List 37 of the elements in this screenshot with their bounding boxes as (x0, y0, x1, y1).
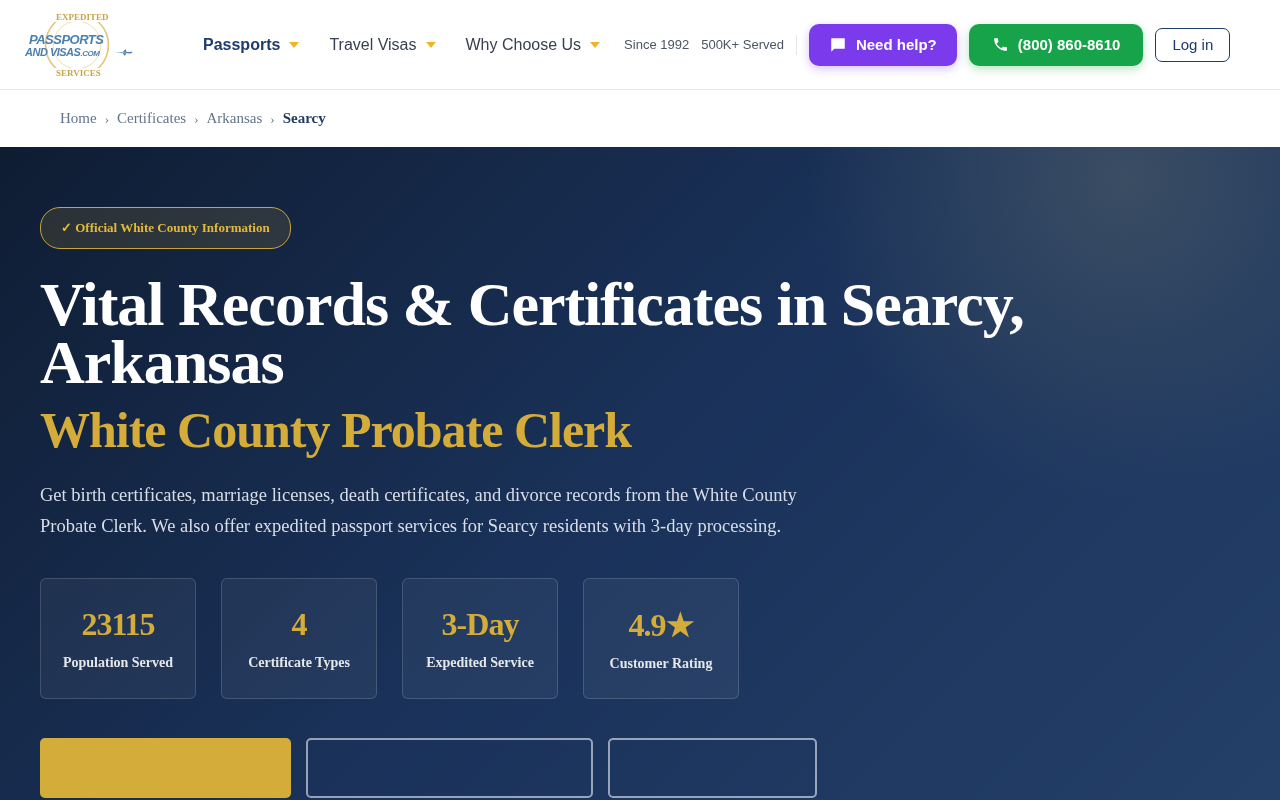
nav-menu-item[interactable]: Passports (203, 35, 300, 54)
logo-text: EXPEDITED (55, 11, 110, 22)
stat-label: Certificate Types (248, 655, 350, 671)
caret-icon (289, 41, 300, 48)
page-title: Vital Records & Certificates in Searcy, Arkansas (40, 275, 1025, 391)
breadcrumb-separator: › (270, 110, 275, 127)
trust-label: 500K+ Served (701, 37, 784, 52)
trust-label: Since 1992 (624, 37, 690, 52)
breadcrumb-link[interactable]: Searcy (282, 110, 326, 127)
breadcrumb-link[interactable]: Arkansas (206, 110, 263, 127)
phone-button[interactable]: (800) 860-8610 (968, 23, 1144, 66)
nav-menu-item[interactable]: Why Choose Us (465, 35, 601, 54)
official-info-badge: ✓ Official White County Information (40, 207, 291, 249)
caret-icon (590, 41, 601, 48)
action-button[interactable] (608, 738, 817, 798)
stat-value: 4.9★ (628, 605, 694, 644)
plane-icon (115, 48, 133, 56)
stat-label: Population Served (62, 655, 174, 671)
stat-value: 3-Day (441, 606, 519, 643)
logo-text: SERVICES (55, 67, 102, 78)
breadcrumb-link[interactable]: Home (60, 110, 97, 127)
login-button[interactable]: Log in (1155, 27, 1231, 62)
breadcrumb-separator: › (104, 110, 109, 127)
nav-menu-item[interactable]: Travel Visas (329, 35, 436, 54)
breadcrumb-link[interactable]: Certificates (117, 110, 187, 127)
stat-value: 23115 (81, 606, 155, 643)
hero-description: Get birth certificates, marriage licenses, death certificates, and divorce records from the White County Probate Clerk. We also offer expedited passport services for Searcy residents with 3-day processing. (40, 484, 798, 538)
stat-value: 4 (291, 606, 307, 643)
chat-icon (828, 35, 847, 54)
page-subtitle: White County Probate Clerk (40, 403, 632, 458)
stat-label: Expedited Service (426, 655, 534, 671)
action-button[interactable] (306, 738, 593, 798)
breadcrumb-separator: › (194, 110, 199, 127)
help-button[interactable]: Need help? (808, 23, 957, 66)
caret-icon (425, 41, 436, 48)
phone-icon (991, 36, 1009, 53)
stat-label: Customer Rating (609, 655, 713, 672)
